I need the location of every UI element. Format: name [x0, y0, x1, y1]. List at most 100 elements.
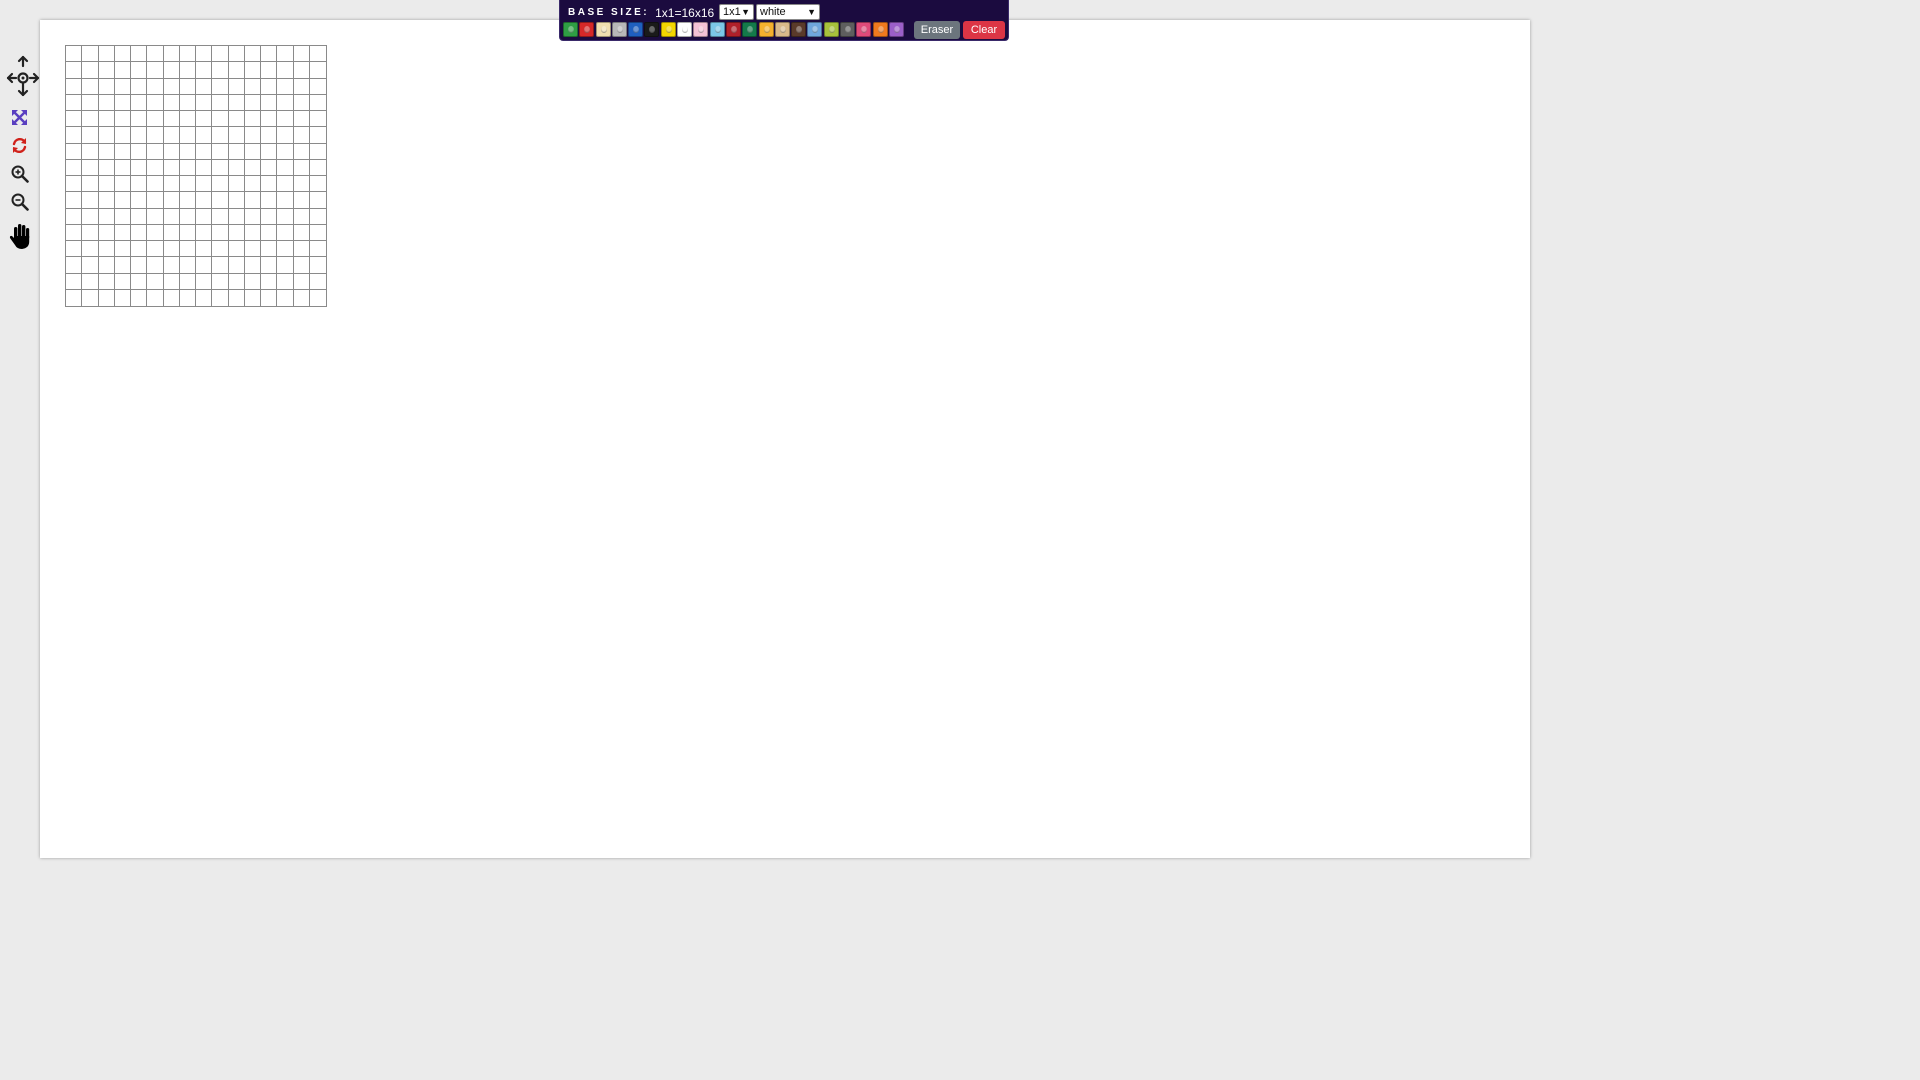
swatch-orange-yellow[interactable]	[758, 22, 774, 37]
color-select[interactable]: white ▼	[756, 4, 820, 20]
grid-cell[interactable]	[212, 78, 229, 95]
grid-cell[interactable]	[147, 257, 164, 274]
swatch-dark-gray[interactable]	[840, 22, 856, 37]
grid-cell[interactable]	[163, 241, 180, 258]
grid-cell[interactable]	[147, 62, 164, 79]
grid-cell[interactable]	[180, 289, 196, 306]
grid-cell[interactable]	[98, 78, 115, 95]
grid-cell[interactable]	[293, 192, 310, 209]
grid-cell[interactable]	[229, 289, 245, 306]
grid-cell[interactable]	[277, 46, 294, 63]
grid-cell[interactable]	[147, 241, 164, 258]
grid-cell[interactable]	[277, 94, 294, 111]
grid-cell[interactable]	[277, 143, 294, 160]
grid-cell[interactable]	[212, 289, 229, 306]
grid-cell[interactable]	[163, 46, 180, 63]
grid-cell[interactable]	[212, 111, 229, 128]
grid-cell[interactable]	[228, 176, 245, 193]
grid-cell[interactable]	[228, 46, 245, 63]
grid-cell[interactable]	[244, 192, 261, 209]
grid-cell[interactable]	[212, 62, 229, 79]
swatch-red[interactable]	[579, 22, 595, 37]
swatch-yellow[interactable]	[660, 22, 676, 37]
grid-cell[interactable]	[212, 176, 229, 193]
grid-cell[interactable]	[196, 111, 213, 128]
bead-grid[interactable]	[65, 45, 327, 307]
grid-cell[interactable]	[147, 127, 164, 144]
grid-cell[interactable]	[82, 62, 99, 79]
grid-cell[interactable]	[179, 94, 196, 111]
grid-cell[interactable]	[163, 94, 180, 111]
grid-cell[interactable]	[277, 78, 294, 95]
grid-cell[interactable]	[147, 111, 164, 128]
grid-cell[interactable]	[293, 143, 310, 160]
grid-cell[interactable]	[114, 176, 131, 193]
grid-cell[interactable]	[98, 111, 115, 128]
grid-cell[interactable]	[98, 143, 115, 160]
reset-icon[interactable]	[11, 137, 28, 159]
grid-cell[interactable]	[131, 241, 148, 258]
grid-cell[interactable]	[66, 176, 83, 193]
grid-cell[interactable]	[196, 159, 213, 176]
grid-cell[interactable]	[309, 46, 326, 63]
grid-cell[interactable]	[163, 127, 180, 144]
swatch-tan[interactable]	[595, 22, 611, 37]
grid-cell[interactable]	[66, 192, 83, 209]
grid-cell[interactable]	[212, 46, 229, 63]
size-select[interactable]: 1x1 ▼	[719, 4, 754, 20]
grid-cell[interactable]	[66, 78, 83, 95]
grid-cell[interactable]	[82, 273, 99, 290]
grid-cell[interactable]	[98, 62, 115, 79]
grid-cell[interactable]	[196, 257, 213, 274]
grid-cell[interactable]	[293, 94, 310, 111]
grid-cell[interactable]	[261, 159, 278, 176]
grid-cell[interactable]	[293, 62, 310, 79]
grid-cell[interactable]	[131, 78, 148, 95]
grid-cell[interactable]	[293, 257, 310, 274]
grid-cell[interactable]	[98, 241, 115, 258]
grid-cell[interactable]	[147, 159, 164, 176]
grid-cell[interactable]	[228, 224, 245, 241]
grid-cell[interactable]	[179, 241, 196, 258]
swatch-beige[interactable]	[774, 22, 790, 37]
grid-cell[interactable]	[66, 208, 83, 225]
grid-cell[interactable]	[309, 144, 326, 160]
grid-cell[interactable]	[98, 208, 115, 225]
grid-cell[interactable]	[212, 143, 229, 160]
fit-screen-icon[interactable]	[11, 109, 28, 131]
grid-cell[interactable]	[293, 208, 310, 225]
grid-cell[interactable]	[293, 241, 310, 258]
grid-cell[interactable]	[82, 289, 99, 306]
grid-cell[interactable]	[228, 273, 245, 290]
grid-cell[interactable]	[147, 208, 164, 225]
grid-cell[interactable]	[309, 225, 326, 241]
grid-cell[interactable]	[66, 143, 83, 160]
grid-cell[interactable]	[163, 257, 180, 274]
grid-cell[interactable]	[114, 192, 131, 209]
grid-cell[interactable]	[261, 78, 278, 95]
grid-cell[interactable]	[82, 176, 99, 193]
grid-cell[interactable]	[261, 127, 278, 144]
grid-cell[interactable]	[114, 241, 131, 258]
grid-cell[interactable]	[114, 94, 131, 111]
grid-cell[interactable]	[114, 224, 131, 241]
grid-cell[interactable]	[131, 224, 148, 241]
grid-cell[interactable]	[82, 241, 99, 258]
grid-cell[interactable]	[277, 176, 294, 193]
grid-cell[interactable]	[244, 143, 261, 160]
grid-cell[interactable]	[277, 192, 294, 209]
grid-cell[interactable]	[228, 111, 245, 128]
swatch-lime[interactable]	[823, 22, 839, 37]
grid-cell[interactable]	[309, 257, 326, 274]
grid-cell[interactable]	[196, 208, 213, 225]
grid-cell[interactable]	[179, 46, 196, 63]
grid-cell[interactable]	[261, 46, 278, 63]
grid-cell[interactable]	[98, 159, 115, 176]
grid-cell[interactable]	[261, 94, 278, 111]
grid-cell[interactable]	[245, 289, 261, 306]
grid-cell[interactable]	[82, 111, 99, 128]
grid-cell[interactable]	[82, 78, 99, 95]
grid-cell[interactable]	[131, 111, 148, 128]
grid-cell[interactable]	[82, 192, 99, 209]
grid-cell[interactable]	[163, 192, 180, 209]
